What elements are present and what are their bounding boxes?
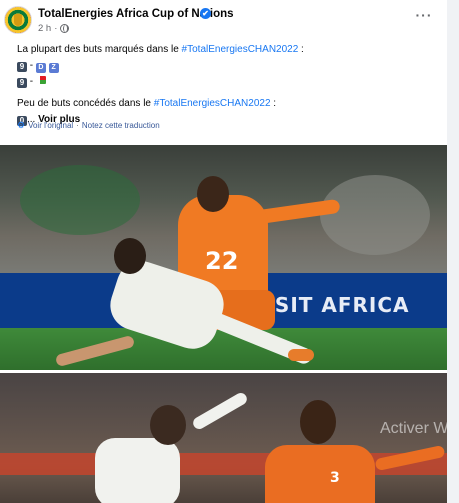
post-header: TotalEnergies Africa Cup of Nations ✔ 2 …: [0, 0, 447, 40]
meta-dot: ·: [54, 23, 58, 34]
crowd-area: [320, 175, 430, 255]
post-text: La plupart des buts marqués dans le #Tot…: [17, 42, 437, 128]
verified-badge-icon: ✔: [200, 8, 211, 19]
row1-sep: -: [27, 60, 36, 71]
windows-activation-watermark: Activer W: [380, 420, 447, 437]
post-time[interactable]: 2 h: [38, 23, 51, 34]
crowd-area: [20, 165, 140, 235]
player-head: [114, 238, 146, 274]
text-row-2: 9 -: [17, 74, 437, 90]
text-line-2: Peu de buts concédés dans le #TotalEnerg…: [17, 96, 437, 112]
hashtag-link[interactable]: #TotalEnergiesCHAN2022: [154, 98, 271, 109]
line2-suffix: :: [270, 98, 277, 109]
post-card: TotalEnergies Africa Cup of Nations ✔ 2 …: [0, 0, 447, 503]
page-avatar[interactable]: [4, 6, 32, 34]
trophy-icon: [14, 14, 22, 26]
jersey-number: 3: [330, 470, 340, 486]
hashtag-link[interactable]: #TotalEnergiesCHAN2022: [182, 44, 299, 55]
see-original-link[interactable]: Voir l'original: [28, 121, 73, 130]
player-head: [197, 176, 229, 212]
line2-text: Peu de buts concédés dans le: [17, 98, 154, 109]
player-head: [300, 400, 336, 444]
translation-bar: ⚙ Voir l'original · Notez cette traducti…: [17, 120, 160, 131]
regional-indicator-d: D: [35, 63, 46, 73]
text-row-1: 9 - D Z: [17, 58, 437, 74]
player-white-jersey: [95, 438, 180, 503]
line1-text: La plupart des buts marqués dans le: [17, 44, 182, 55]
globe-icon: [60, 24, 70, 33]
feed-background: [447, 0, 459, 503]
jersey-number: 22: [205, 247, 239, 275]
post-meta: 2 h ·: [38, 23, 70, 34]
more-options-button[interactable]: ···: [414, 8, 434, 24]
keycap-number: 9: [17, 78, 27, 88]
player-orange-jersey: [265, 445, 375, 503]
player-head: [150, 405, 186, 445]
post-photo-2[interactable]: [0, 373, 447, 503]
madagascar-flag-icon: [35, 76, 46, 84]
player-boot: [288, 349, 314, 361]
text-line-1: La plupart des buts marqués dans le #Tot…: [17, 42, 437, 58]
gear-icon: ⚙: [17, 120, 26, 130]
keycap-number: 9: [17, 62, 27, 72]
row2-sep: -: [27, 76, 36, 87]
regional-indicator-z: Z: [48, 63, 59, 73]
rate-translation-link[interactable]: Notez cette traduction: [82, 121, 160, 130]
stadium-background: [0, 373, 447, 503]
line1-suffix: :: [298, 44, 304, 55]
translate-sep: ·: [76, 121, 79, 130]
